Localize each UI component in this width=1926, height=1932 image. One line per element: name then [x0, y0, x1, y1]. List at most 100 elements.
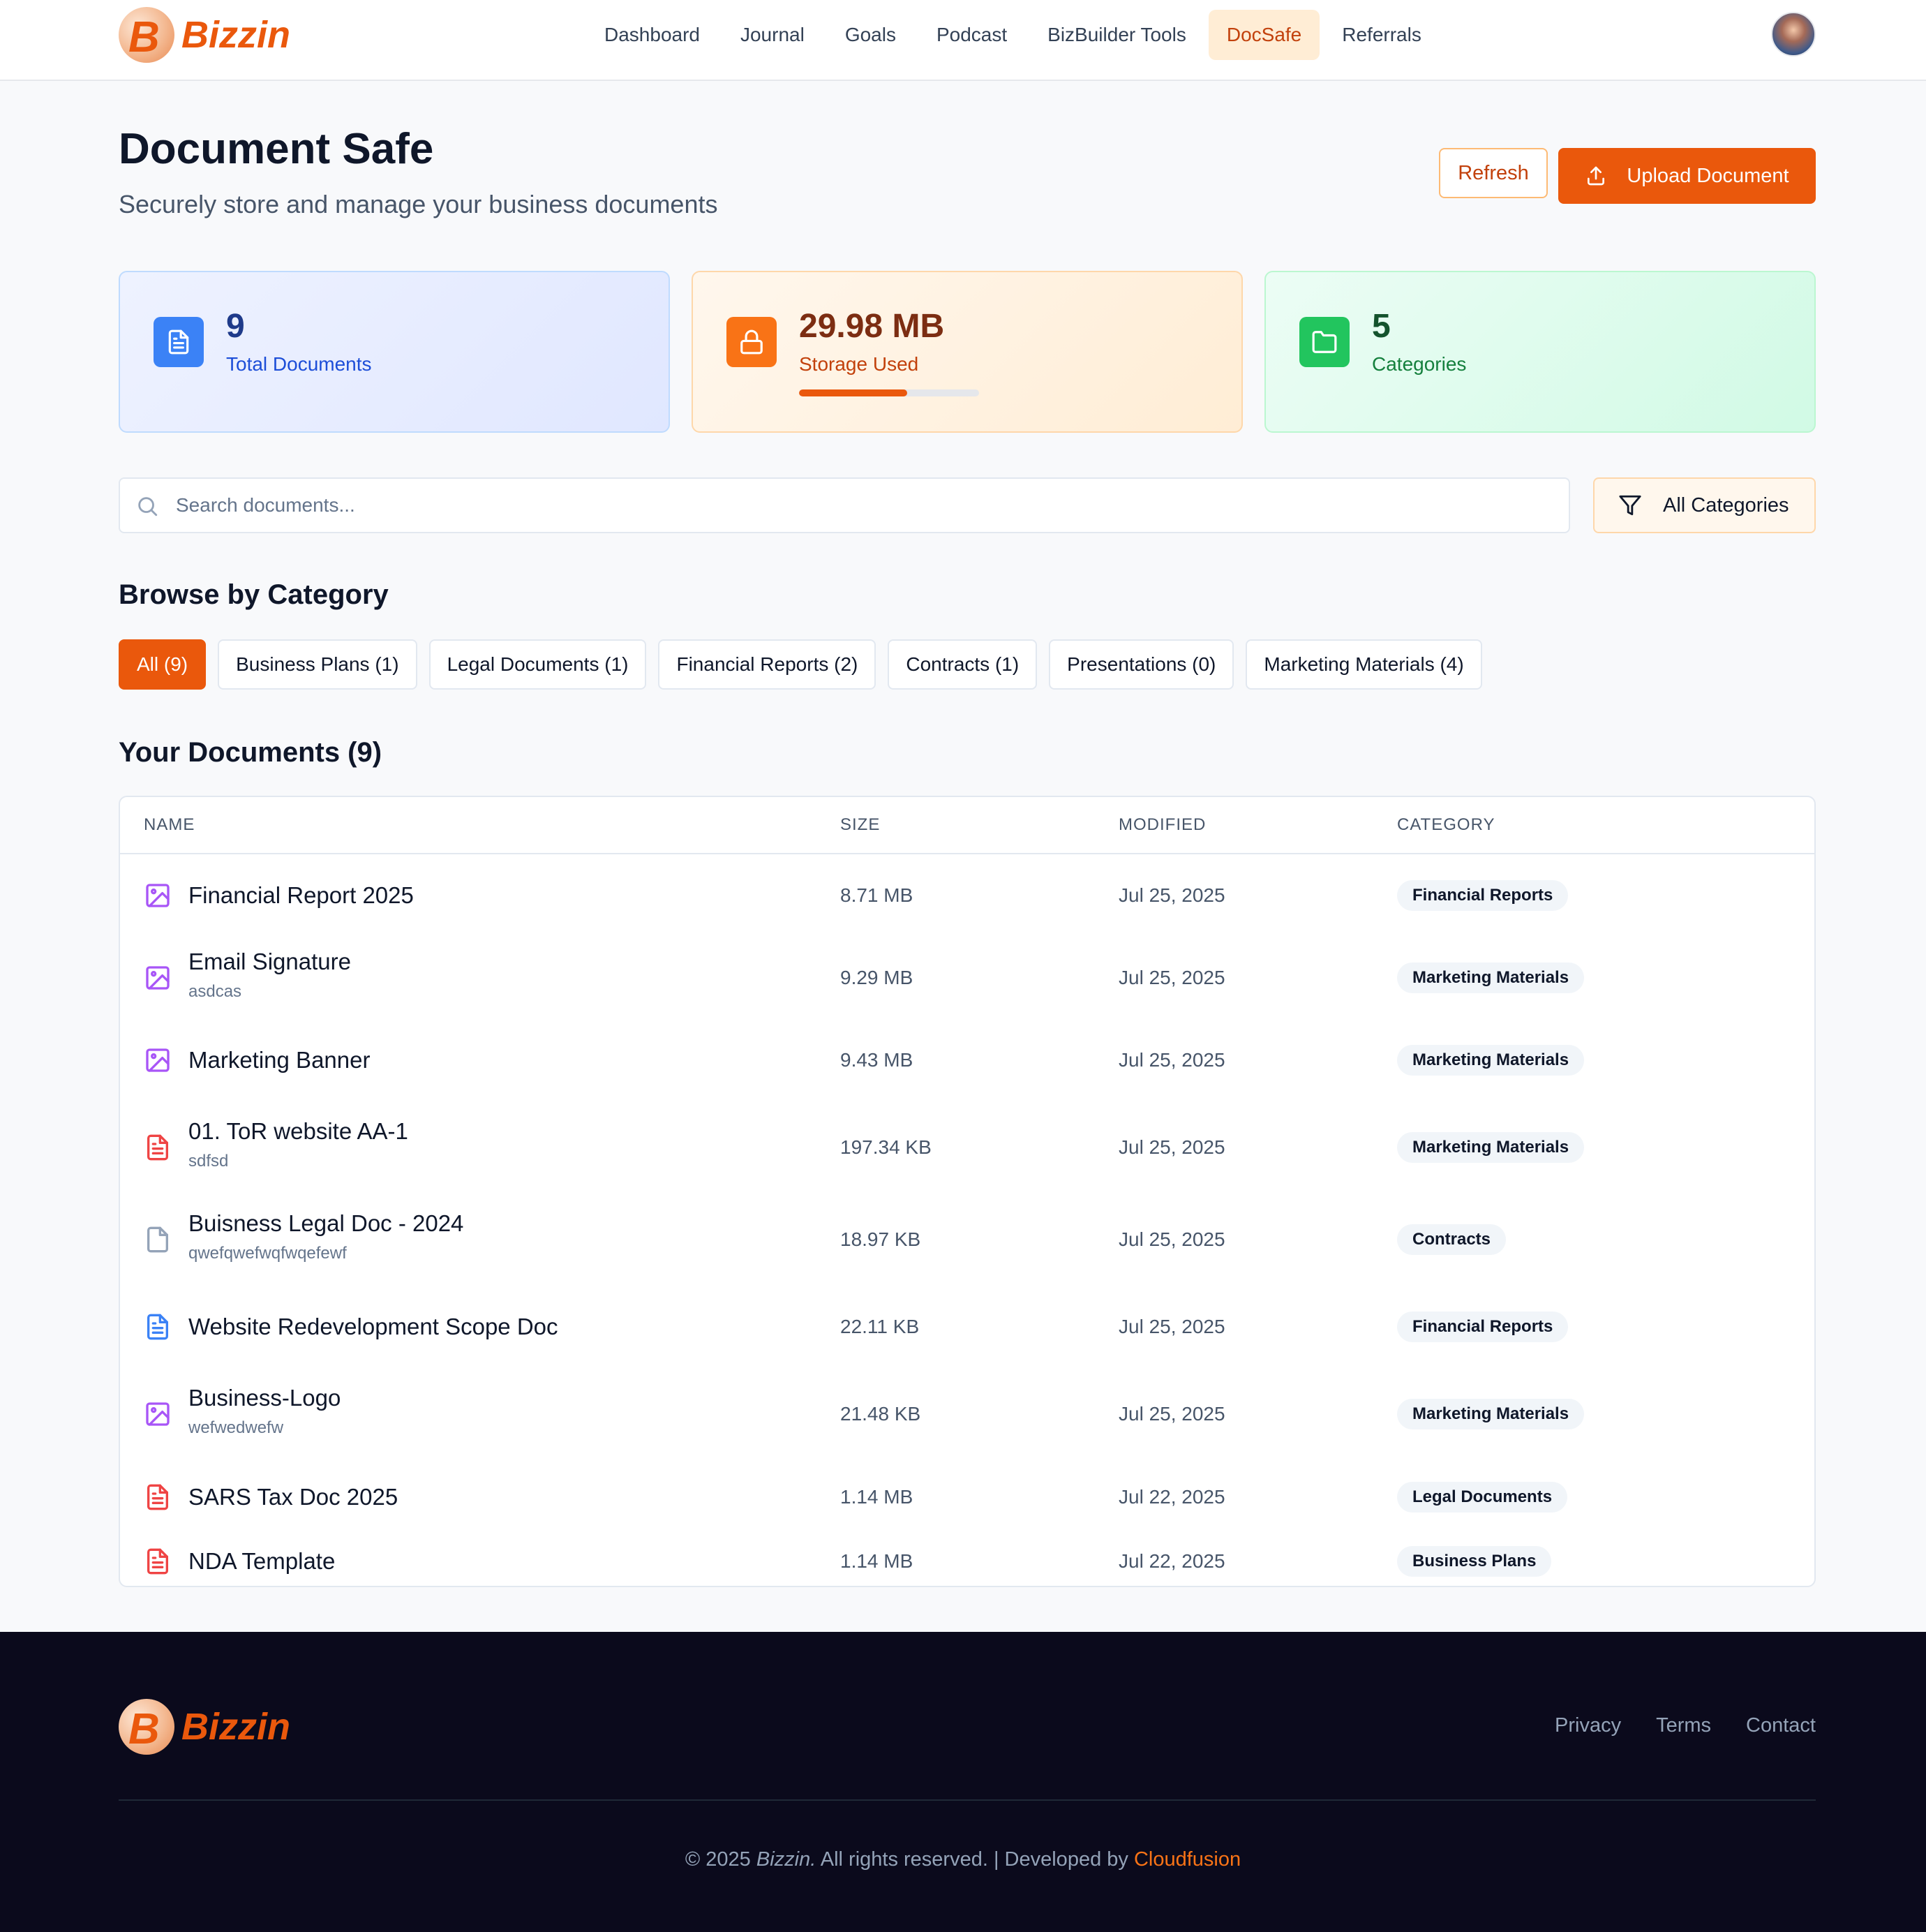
main-nav: Dashboard Journal Goals Podcast BizBuild… — [586, 10, 1440, 60]
image-icon — [144, 1046, 172, 1078]
column-header-name[interactable]: NAME — [144, 815, 195, 835]
storage-used-label: Storage Used — [799, 353, 919, 375]
nav-item-bizbuilder-tools[interactable]: BizBuilder Tools — [1029, 10, 1204, 60]
document-name[interactable]: Business-Logo — [188, 1385, 341, 1411]
storage-progress-fill — [799, 389, 907, 396]
document-name[interactable]: Website Redevelopment Scope Doc — [188, 1314, 558, 1340]
document-description: qwefqwefwqfwqefewf — [188, 1244, 347, 1263]
developer-link[interactable]: Cloudfusion — [1134, 1848, 1241, 1871]
chip-contracts[interactable]: Contracts (1) — [888, 639, 1038, 690]
category-badge: Marketing Materials — [1397, 1399, 1585, 1429]
table-row[interactable]: Website Redevelopment Scope Doc 22.11 KB J… — [120, 1286, 1814, 1368]
column-header-size[interactable]: SIZE — [840, 815, 880, 835]
document-modified: Jul 25, 2025 — [1119, 1136, 1225, 1158]
refresh-button[interactable]: Refresh — [1439, 148, 1548, 198]
blank-file-icon — [144, 1226, 172, 1257]
nav-item-journal[interactable]: Journal — [722, 10, 823, 60]
user-avatar[interactable] — [1771, 12, 1816, 57]
chip-marketing-materials[interactable]: Marketing Materials (4) — [1246, 639, 1482, 690]
logo-mark-icon: B — [119, 1699, 174, 1755]
categories-value: 5 — [1372, 308, 1391, 345]
nav-item-dashboard[interactable]: Dashboard — [586, 10, 718, 60]
footer-brand-logo[interactable]: B Bizzin — [119, 1699, 290, 1755]
table-row[interactable]: Financial Report 2025 8.71 MB Jul 25, 2025… — [120, 854, 1814, 937]
document-name[interactable]: 01. ToR website AA-1 — [188, 1118, 408, 1145]
document-name[interactable]: Email Signature — [188, 949, 351, 975]
categories-card: 5 Categories — [1264, 271, 1816, 433]
table-row[interactable]: 01. ToR website AA-1 sdfsd 197.34 KB Jul 25… — [120, 1101, 1814, 1194]
table-row[interactable]: Marketing Banner 9.43 MB Jul 25, 2025 Marke… — [120, 1019, 1814, 1101]
document-name[interactable]: Buisness Legal Doc - 2024 — [188, 1210, 463, 1237]
folder-icon — [1299, 317, 1350, 367]
category-badge: Financial Reports — [1397, 880, 1569, 911]
lock-icon — [726, 317, 777, 367]
document-name[interactable]: Financial Report 2025 — [188, 882, 414, 909]
file-text-icon — [154, 317, 204, 367]
category-badge: Marketing Materials — [1397, 963, 1585, 993]
document-size: 197.34 KB — [840, 1136, 932, 1158]
document-modified: Jul 22, 2025 — [1119, 1486, 1225, 1508]
page-subtitle: Securely store and manage your business … — [119, 190, 718, 218]
chip-business-plans[interactable]: Business Plans (1) — [218, 639, 417, 690]
category-chips: All (9) Business Plans (1) Legal Documen… — [119, 639, 1482, 690]
storage-used-card: 29.98 MB Storage Used — [692, 271, 1243, 433]
document-modified: Jul 25, 2025 — [1119, 1403, 1225, 1425]
document-name[interactable]: NDA Template — [188, 1548, 335, 1575]
upload-document-button[interactable]: Upload Document — [1558, 148, 1816, 204]
footer-link-privacy[interactable]: Privacy — [1555, 1714, 1621, 1737]
document-size: 9.43 MB — [840, 1049, 913, 1071]
chip-financial-reports[interactable]: Financial Reports (2) — [658, 639, 876, 690]
browse-category-heading: Browse by Category — [119, 579, 389, 610]
document-modified: Jul 25, 2025 — [1119, 967, 1225, 988]
storage-progress-bar — [799, 389, 979, 396]
document-size: 21.48 KB — [840, 1403, 921, 1425]
footer-divider — [119, 1799, 1816, 1801]
category-badge: Marketing Materials — [1397, 1045, 1585, 1076]
footer-link-contact[interactable]: Contact — [1746, 1714, 1816, 1737]
categories-label: Categories — [1372, 353, 1467, 375]
image-icon — [144, 882, 172, 913]
nav-item-referrals[interactable]: Referrals — [1324, 10, 1440, 60]
table-row[interactable]: Buisness Legal Doc - 2024 qwefqwefwqfwqef… — [120, 1194, 1814, 1286]
chip-legal-documents[interactable]: Legal Documents (1) — [428, 639, 647, 690]
search-input[interactable] — [176, 486, 1544, 525]
logo-mark-icon: B — [119, 7, 174, 63]
category-filter-label: All Categories — [1663, 493, 1789, 517]
category-filter-button[interactable]: All Categories — [1593, 477, 1816, 533]
pdf-file-icon — [144, 1483, 172, 1515]
column-header-modified[interactable]: MODIFIED — [1119, 815, 1206, 835]
page-title: Document Safe — [119, 125, 434, 173]
category-badge: Marketing Materials — [1397, 1132, 1585, 1163]
search-box — [119, 477, 1570, 533]
table-row[interactable]: NDA Template 1.14 MB Jul 22, 2025 Business … — [120, 1534, 1814, 1586]
upload-icon — [1588, 166, 1605, 186]
document-size: 9.29 MB — [840, 967, 913, 988]
document-name[interactable]: Marketing Banner — [188, 1047, 370, 1073]
image-icon — [144, 964, 172, 995]
total-documents-value: 9 — [226, 308, 245, 345]
brand-logo[interactable]: B Bizzin — [119, 7, 290, 63]
nav-item-podcast[interactable]: Podcast — [918, 10, 1025, 60]
copyright-text: © 2025 Bizzin. All rights reserved. | De… — [685, 1848, 1241, 1871]
total-documents-label: Total Documents — [226, 353, 372, 375]
document-size: 8.71 MB — [840, 884, 913, 906]
chip-presentations[interactable]: Presentations (0) — [1049, 639, 1234, 690]
chip-all[interactable]: All (9) — [119, 639, 207, 690]
nav-item-docsafe[interactable]: DocSafe — [1208, 10, 1320, 60]
upload-document-label: Upload Document — [1627, 164, 1789, 187]
top-navigation-bar: B Bizzin Dashboard Journal Goals Podcast… — [0, 0, 1926, 81]
category-badge: Contracts — [1397, 1224, 1507, 1255]
brand-name: Bizzin — [181, 14, 290, 56]
column-header-category[interactable]: CATEGORY — [1397, 815, 1495, 835]
footer-link-terms[interactable]: Terms — [1656, 1714, 1711, 1737]
document-description: wefwedwefw — [188, 1418, 284, 1437]
category-badge: Financial Reports — [1397, 1311, 1569, 1342]
document-name[interactable]: SARS Tax Doc 2025 — [188, 1484, 398, 1510]
nav-item-goals[interactable]: Goals — [827, 10, 914, 60]
table-row[interactable]: SARS Tax Doc 2025 1.14 MB Jul 22, 2025 Lega… — [120, 1460, 1814, 1534]
table-row[interactable]: Email Signature asdcas 9.29 MB Jul 25, 2025… — [120, 937, 1814, 1019]
document-size: 1.14 MB — [840, 1550, 913, 1572]
table-row[interactable]: Business-Logo wefwedwefw 21.48 KB Jul 25, 2… — [120, 1368, 1814, 1460]
document-description: asdcas — [188, 982, 242, 1001]
image-icon — [144, 1400, 172, 1432]
